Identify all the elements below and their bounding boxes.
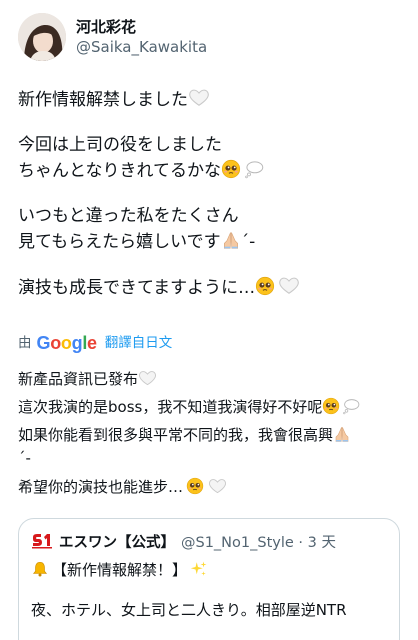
tweet-header: 河北彩花 @Saika_Kawakita (18, 12, 207, 62)
quoted-handle-time[interactable]: @S1_No1_Style · 3 天 (181, 531, 336, 552)
translated-line: 希望你的演技也能進步… (18, 476, 403, 499)
quoted-display-name[interactable]: エスワン【公式】 (59, 531, 175, 552)
folded-hands-icon (333, 425, 351, 443)
avatar[interactable] (18, 13, 66, 61)
pleading-face-icon (221, 159, 241, 179)
quoted-tweet[interactable]: エスワン【公式】 @S1_No1_Style · 3 天 【新作情報解禁！】 夜… (18, 518, 400, 640)
translation-attribution: 由 Google 翻譯自日文 (18, 333, 172, 353)
user-handle[interactable]: @Saika_Kawakita (76, 37, 207, 57)
quoted-tweet-line: 【新作情報解禁！】 (31, 559, 387, 581)
s1-logo-icon (31, 533, 53, 549)
bell-icon (31, 560, 49, 578)
tweet-text: 新作情報解禁しました 今回は上司の役をしました ちゃんとなりきれてるかな いつも… (18, 86, 403, 301)
sparkles-icon (190, 560, 208, 578)
translated-line: ´- (18, 449, 31, 467)
tweet-line: いつもと違った私をたくさん (18, 206, 239, 226)
translated-from-link[interactable]: 翻譯自日文 (105, 333, 173, 353)
pleading-face-icon (186, 477, 204, 495)
white-heart-icon (208, 476, 227, 495)
tweet-line: 演技も成長できてますように… (18, 274, 403, 301)
tweet-line: 見てもらえたら嬉しいです ´- (18, 230, 256, 252)
quoted-tweet-header: エスワン【公式】 @S1_No1_Style · 3 天 (31, 531, 387, 551)
translated-line: 新產品資訊已發布 (18, 368, 403, 391)
translated-line: 如果你能看到很多與平常不同的我，我會很高興 (18, 424, 403, 447)
tweet-line: 今回は上司の役をしました (18, 135, 222, 155)
white-heart-icon (278, 274, 300, 296)
quoted-tweet-line: 夜、ホテル、女上司と二人きり。相部屋逆NTR (31, 601, 347, 619)
translated-by-label: 由 (18, 335, 32, 351)
display-name[interactable]: 河北彩花 (76, 17, 207, 37)
translated-line: 這次我演的是boss，我不知道我演得好不好呢 (18, 396, 403, 419)
thought-balloon-icon (342, 397, 360, 415)
white-heart-icon (138, 368, 157, 387)
folded-hands-icon (221, 230, 241, 250)
white-heart-icon (188, 86, 210, 108)
thought-balloon-icon (244, 159, 264, 179)
pleading-face-icon (322, 397, 340, 415)
pleading-face-icon (255, 276, 275, 296)
google-logo: Google (36, 333, 98, 353)
tweet-line: 新作情報解禁しました (18, 86, 403, 113)
translated-text: 新產品資訊已發布 這次我演的是boss，我不知道我演得好不好呢 如果你能看到很多… (18, 368, 403, 499)
tweet-line: ちゃんとなりきれてるかな (18, 158, 403, 184)
